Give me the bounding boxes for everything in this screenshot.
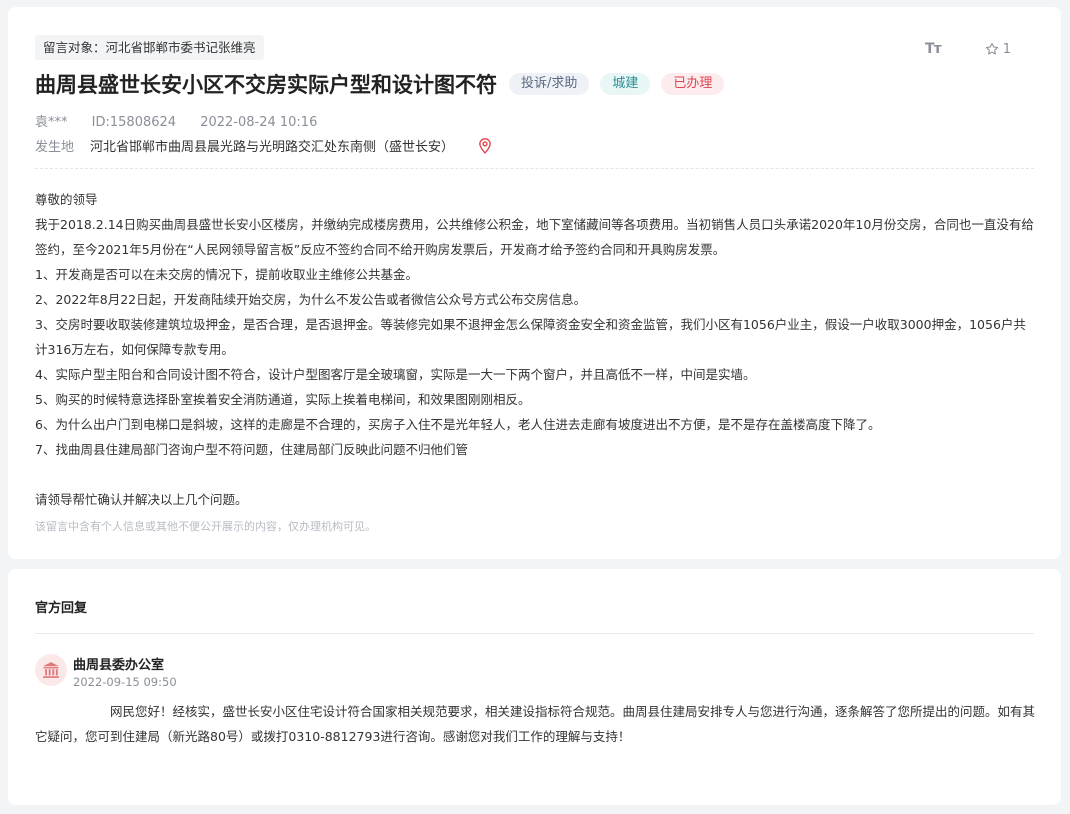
reply-body: 网民您好！经核实，盛世长安小区住宅设计符合国家相关规范要求，相关建设指标符合规范… bbox=[35, 704, 1036, 744]
paragraph: 尊敬的领导 bbox=[35, 192, 98, 207]
message-title: 曲周县盛世长安小区不交房实际户型和设计图不符 bbox=[35, 73, 497, 97]
closing-line: 请领导帮忙确认并解决以上几个问题。 bbox=[35, 492, 248, 507]
privacy-notice: 该留言中含有个人信息或其他不便公开展示的内容，仅办理机构可见。 bbox=[35, 520, 376, 533]
paragraph: 6、为什么出户门到电梯口是斜坡，这样的走廊是不合理的，买房子入住不是光年轻人，老… bbox=[35, 417, 881, 432]
government-building-icon bbox=[43, 662, 59, 678]
message-meta: 袁*** ID:15808624 2022-08-24 10:16 bbox=[35, 111, 337, 130]
tag-domain: 城建 bbox=[600, 73, 651, 95]
map-pin-icon[interactable] bbox=[478, 137, 492, 154]
favorite-count: 1 bbox=[1002, 41, 1011, 57]
paragraph: 5、购买的时候特意选择卧室挨着安全消防通道，实际上挨着电梯间，和效果图刚刚相反。 bbox=[35, 392, 531, 407]
reply-org-name: 曲周县委办公室 bbox=[73, 658, 165, 673]
reply-datetime: 2022-09-15 09:50 bbox=[73, 675, 177, 689]
title-row: 曲周县盛世长安小区不交房实际户型和设计图不符 投诉/求助 城建 已办理 bbox=[35, 69, 735, 99]
message-id: ID:15808624 bbox=[91, 115, 177, 130]
paragraph: 2、2022年8月22日起，开发商陆续开始交房，为什么不发公告或者微信公众号方式… bbox=[35, 292, 587, 307]
paragraph: 7、找曲周县住建局部门咨询户型不符问题，住建局部门反映此问题不归他们管 bbox=[35, 442, 468, 457]
message-datetime: 2022-08-24 10:16 bbox=[200, 115, 318, 130]
location-text: 河北省邯郸市曲周县晨光路与光明路交汇处东南侧（盛世长安） bbox=[90, 140, 455, 155]
favorite-button[interactable]: 1 bbox=[985, 42, 1011, 57]
message-target-tag: 留言对象：河北省邯郸市委书记张维亮 bbox=[35, 35, 264, 60]
location-label: 发生地 bbox=[35, 140, 75, 155]
content-divider bbox=[35, 168, 1034, 169]
reply-heading: 官方回复 bbox=[35, 601, 88, 616]
tag-category: 投诉/求助 bbox=[509, 73, 590, 95]
author-name: 袁*** bbox=[35, 115, 68, 130]
font-size-button[interactable]: Tт bbox=[925, 41, 942, 57]
font-size-icon: Tт bbox=[925, 41, 942, 57]
org-avatar bbox=[35, 654, 67, 686]
paragraph: 我于2018.2.14日购买曲周县盛世长安小区楼房，并缴纳完成楼房费用，公共维修… bbox=[35, 217, 1034, 257]
reply-card: 官方回复 曲周县委办公室 2022-09-15 09:50 网民您好！经核实，盛… bbox=[8, 569, 1061, 805]
message-content: 尊敬的领导 我于2018.2.14日购买曲周县盛世长安小区楼房，并缴纳完成楼房费… bbox=[35, 187, 1037, 512]
star-icon bbox=[985, 42, 998, 55]
reply-divider bbox=[35, 633, 1034, 634]
paragraph: 1、开发商是否可以在未交房的情况下，提前收取业主维修公共基金。 bbox=[35, 267, 418, 282]
tag-status: 已办理 bbox=[661, 73, 725, 95]
message-card: 留言对象：河北省邯郸市委书记张维亮 Tт 1 曲周县盛世长安小区不交房实际户型和… bbox=[8, 7, 1061, 559]
paragraph: 3、交房时要收取装修建筑垃圾押金，是否合理，是否退押金。等装修完如果不退押金怎么… bbox=[35, 317, 1026, 357]
paragraph: 4、实际户型主阳台和合同设计图不符合，设计户型图客厅是全玻璃窗，实际是一大一下两… bbox=[35, 367, 756, 382]
message-tools: Tт 1 bbox=[925, 41, 1011, 57]
location-row: 发生地 河北省邯郸市曲周县晨光路与光明路交汇处东南侧（盛世长安） bbox=[35, 136, 492, 155]
